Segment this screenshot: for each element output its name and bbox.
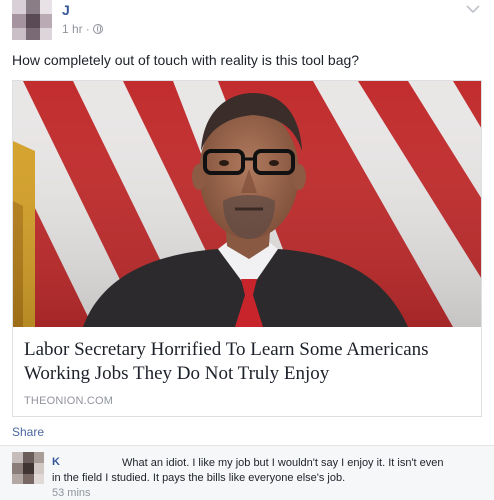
post-meta: 1 hr · [62, 22, 103, 36]
comment-text: What an idiot. I like my job but I would… [52, 457, 444, 484]
facebook-post: J 1 hr · How completely out of touch wit… [0, 0, 494, 500]
author-avatar[interactable] [12, 0, 52, 40]
article-image[interactable] [13, 81, 481, 327]
article-domain: THEONION.COM [24, 395, 114, 407]
article-headline[interactable]: Labor Secretary Horrified To Learn Some … [24, 338, 474, 386]
globe-icon [92, 24, 103, 34]
post-message: How completely out of touch with reality… [12, 52, 360, 68]
chevron-down-icon[interactable] [466, 4, 480, 14]
article-photo [13, 81, 481, 327]
post-author-name[interactable]: J [62, 2, 70, 18]
share-button[interactable]: Share [12, 425, 44, 439]
commenter-avatar[interactable] [12, 452, 44, 484]
link-card-body[interactable]: Labor Secretary Horrified To Learn Some … [13, 327, 481, 416]
post-timestamp[interactable]: 1 hr [62, 22, 83, 36]
comment-timestamp[interactable]: 53 mins [52, 487, 91, 499]
meta-separator: · [85, 22, 90, 36]
link-preview-card[interactable]: Labor Secretary Horrified To Learn Some … [12, 80, 482, 417]
